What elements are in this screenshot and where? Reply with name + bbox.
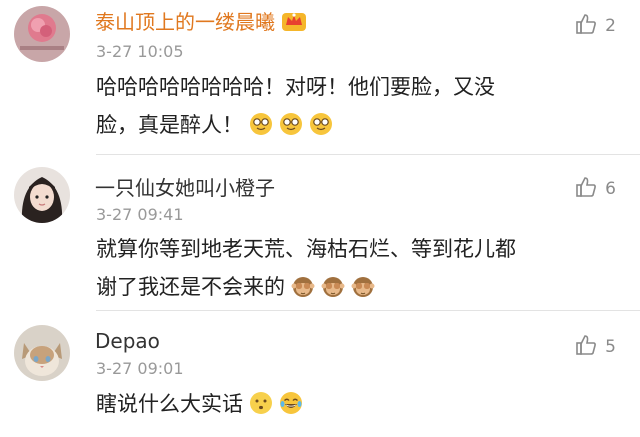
avatar[interactable] <box>14 167 70 223</box>
avatar[interactable] <box>14 6 70 62</box>
avatar[interactable] <box>14 325 70 381</box>
confused-face-emoji <box>249 389 273 414</box>
like-button[interactable]: 6 <box>575 176 616 202</box>
comment-time: 3-27 09:41 <box>96 205 184 224</box>
see-no-evil-monkey-emoji <box>291 272 315 297</box>
username[interactable]: Depao <box>95 329 160 353</box>
like-count: 2 <box>605 16 616 36</box>
thumbs-up-icon <box>575 176 597 202</box>
username[interactable]: 泰山顶上的一缕晨曦 <box>95 10 307 34</box>
like-count: 6 <box>605 179 616 199</box>
comment-item: Depao 3-27 09:01 5 瞎说什么大实话 <box>0 311 640 437</box>
like-button[interactable]: 5 <box>575 334 616 360</box>
comment-item: 一只仙女她叫小橙子 3-27 09:41 6 就算你等到地老天荒、海枯石烂、等到… <box>0 155 640 311</box>
like-count: 5 <box>605 337 616 357</box>
comment-time: 3-27 10:05 <box>96 42 184 61</box>
laughing-tears-emoji <box>279 389 303 414</box>
see-no-evil-monkey-emoji <box>321 272 345 297</box>
comment-body: 就算你等到地老天荒、海枯石烂、等到花儿都 谢了我还是不会来的 <box>96 237 516 299</box>
thumbs-up-icon <box>575 13 597 39</box>
nerd-emoji <box>279 110 303 135</box>
thumbs-up-icon <box>575 334 597 360</box>
see-no-evil-monkey-emoji <box>351 272 375 297</box>
comment-time: 3-27 09:01 <box>96 359 184 378</box>
comment-body: 瞎说什么大实话 <box>96 385 596 423</box>
comment-item: 泰山顶上的一缕晨曦 3-27 10:05 2 哈哈哈哈哈哈哈哈！对呀！他们要脸，… <box>0 0 640 155</box>
nerd-emoji <box>309 110 333 135</box>
nerd-emoji <box>249 110 273 135</box>
username[interactable]: 一只仙女她叫小橙子 <box>95 176 275 200</box>
like-button[interactable]: 2 <box>575 13 616 39</box>
vip-crown-icon <box>281 10 307 32</box>
comment-body: 哈哈哈哈哈哈哈哈！对呀！他们要脸，又没 脸，真是醉人！ <box>96 75 495 137</box>
